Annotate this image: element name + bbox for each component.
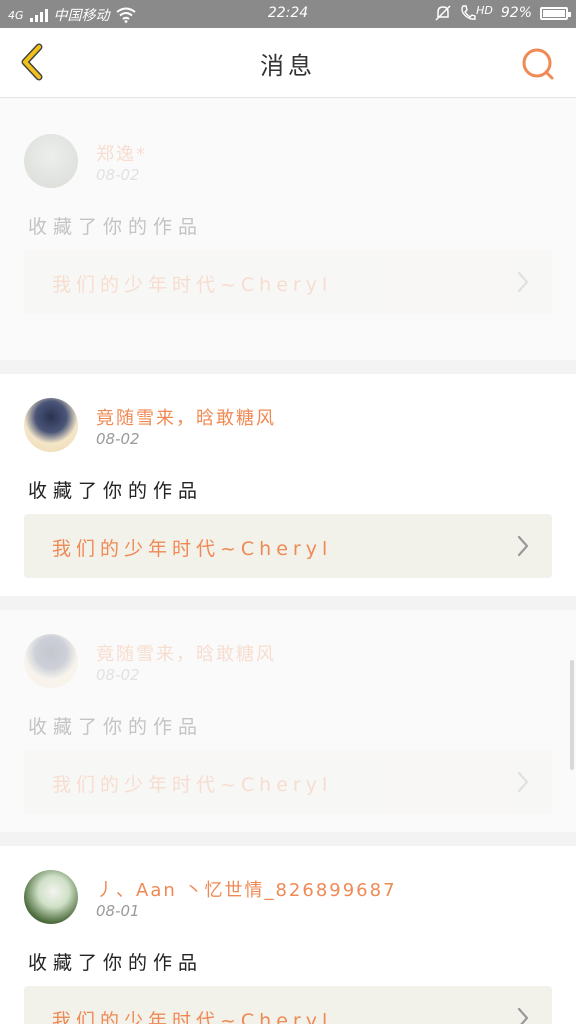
chevron-right-icon xyxy=(517,271,529,293)
avatar[interactable] xyxy=(24,634,78,688)
message-action-text: 收藏了你的作品 xyxy=(28,952,204,974)
status-right: HD 92% xyxy=(434,3,571,22)
chevron-right-icon xyxy=(517,535,529,557)
message-item[interactable]: 郑逸* 08-02 收藏了你的作品 我们的少年时代~Cheryl xyxy=(0,98,576,360)
sender-name[interactable]: 竟随雪来，晗敢糖风 xyxy=(96,640,276,666)
message-list: 郑逸* 08-02 收藏了你的作品 我们的少年时代~Cheryl 竟随雪来，晗敢… xyxy=(0,98,576,1024)
search-button[interactable] xyxy=(518,44,558,84)
message-action-text: 收藏了你的作品 xyxy=(28,716,204,738)
message-item[interactable]: 丿、Aan 丶忆世情_826899687 08-01 收藏了你的作品 我们的少年… xyxy=(0,846,576,1024)
work-link[interactable]: 我们的少年时代~Cheryl xyxy=(24,250,552,314)
avatar[interactable] xyxy=(24,134,78,188)
message-item[interactable]: 竟随雪来，晗敢糖风 08-02 收藏了你的作品 我们的少年时代~Cheryl xyxy=(0,374,576,596)
avatar[interactable] xyxy=(24,870,78,924)
sender-name[interactable]: 丿、Aan 丶忆世情_826899687 xyxy=(96,876,397,902)
battery-icon xyxy=(540,6,571,20)
top-nav-bar: 消息 xyxy=(0,28,576,98)
chevron-right-icon xyxy=(517,771,529,793)
status-bar: 4G 中国移动 22:24 HD 92% xyxy=(0,0,576,28)
search-icon xyxy=(522,48,554,80)
work-title: 我们的少年时代~Cheryl xyxy=(52,274,333,296)
message-date: 08-02 xyxy=(96,666,140,684)
work-title: 我们的少年时代~Cheryl xyxy=(52,1010,333,1024)
message-sender-row: 竟随雪来，晗敢糖风 08-02 xyxy=(24,610,552,690)
mute-bell-icon xyxy=(435,5,451,21)
battery-percent: 92% xyxy=(500,5,532,21)
message-date: 08-02 xyxy=(96,166,140,184)
message-sender-row: 竟随雪来，晗敢糖风 08-02 xyxy=(24,374,552,454)
sender-name[interactable]: 郑逸* xyxy=(96,140,147,166)
message-action-text: 收藏了你的作品 xyxy=(28,480,204,502)
sender-name[interactable]: 竟随雪来，晗敢糖风 xyxy=(96,404,276,430)
message-sender-row: 郑逸* 08-02 xyxy=(24,110,552,190)
avatar[interactable] xyxy=(24,398,78,452)
page-title: 消息 xyxy=(260,52,316,80)
chevron-right-icon xyxy=(517,1007,529,1024)
message-date: 08-01 xyxy=(96,902,140,920)
screen: 4G 中国移动 22:24 HD 92% 消息 郑逸* 08-02 收藏了你的作… xyxy=(0,0,576,1024)
hd-label: HD xyxy=(476,3,493,17)
work-link[interactable]: 我们的少年时代~Cheryl xyxy=(24,514,552,578)
phone-hd-icon xyxy=(461,5,476,20)
work-link[interactable]: 我们的少年时代~Cheryl xyxy=(24,986,552,1024)
message-action-text: 收藏了你的作品 xyxy=(28,216,204,238)
list-divider xyxy=(0,596,576,610)
message-date: 08-02 xyxy=(96,430,140,448)
list-divider xyxy=(0,360,576,374)
message-item[interactable]: 竟随雪来，晗敢糖风 08-02 收藏了你的作品 我们的少年时代~Cheryl xyxy=(0,610,576,832)
work-link[interactable]: 我们的少年时代~Cheryl xyxy=(24,750,552,814)
list-divider xyxy=(0,832,576,846)
message-sender-row: 丿、Aan 丶忆世情_826899687 08-01 xyxy=(24,846,552,926)
work-title: 我们的少年时代~Cheryl xyxy=(52,774,333,796)
scrollbar[interactable] xyxy=(570,660,574,770)
work-title: 我们的少年时代~Cheryl xyxy=(52,538,333,560)
